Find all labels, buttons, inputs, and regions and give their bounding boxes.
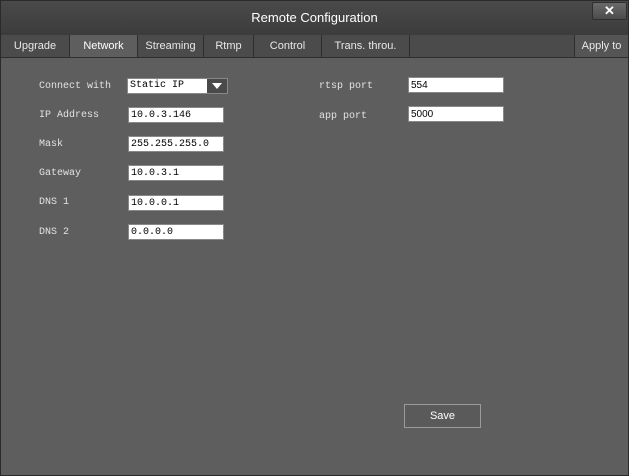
- app-port-field[interactable]: [408, 106, 504, 122]
- mask-label: Mask: [39, 139, 64, 150]
- tab-rtmp[interactable]: Rtmp: [204, 35, 254, 57]
- window-title: Remote Configuration: [251, 10, 378, 25]
- gateway-label: Gateway: [39, 168, 82, 179]
- dns1-label: DNS 1: [39, 197, 70, 208]
- title-bar[interactable]: Remote Configuration ✕: [1, 1, 628, 35]
- app-port-label: app port: [319, 111, 368, 122]
- gateway-field[interactable]: [128, 165, 224, 181]
- connect-with-label: Connect with: [39, 81, 112, 92]
- ip-address-field[interactable]: [128, 107, 224, 123]
- mask-field[interactable]: [128, 136, 224, 152]
- close-icon: ✕: [604, 3, 615, 18]
- rtsp-port-field[interactable]: [408, 77, 504, 93]
- tab-bar: Upgrade Network Streaming Rtmp Control T…: [1, 35, 628, 58]
- dropdown-button[interactable]: [207, 79, 227, 93]
- dns1-field[interactable]: [128, 195, 224, 211]
- tab-apply-to[interactable]: Apply to: [574, 35, 628, 57]
- dns2-label: DNS 2: [39, 227, 70, 238]
- tab-control[interactable]: Control: [254, 35, 322, 57]
- chevron-down-icon: [212, 83, 222, 89]
- close-button[interactable]: ✕: [592, 2, 627, 20]
- remote-configuration-window: Remote Configuration ✕ Upgrade Network S…: [0, 0, 629, 476]
- dns2-field[interactable]: [128, 224, 224, 240]
- tab-trans-throu[interactable]: Trans. throu.: [322, 35, 410, 57]
- ip-address-label: IP Address: [39, 110, 100, 121]
- connect-with-select[interactable]: Static IP: [127, 78, 228, 94]
- tab-streaming[interactable]: Streaming: [138, 35, 204, 57]
- connect-with-value: Static IP: [130, 80, 185, 91]
- tab-network[interactable]: Network: [70, 35, 138, 57]
- save-button[interactable]: Save: [404, 404, 481, 428]
- rtsp-port-label: rtsp port: [319, 81, 374, 92]
- tab-upgrade[interactable]: Upgrade: [1, 35, 70, 57]
